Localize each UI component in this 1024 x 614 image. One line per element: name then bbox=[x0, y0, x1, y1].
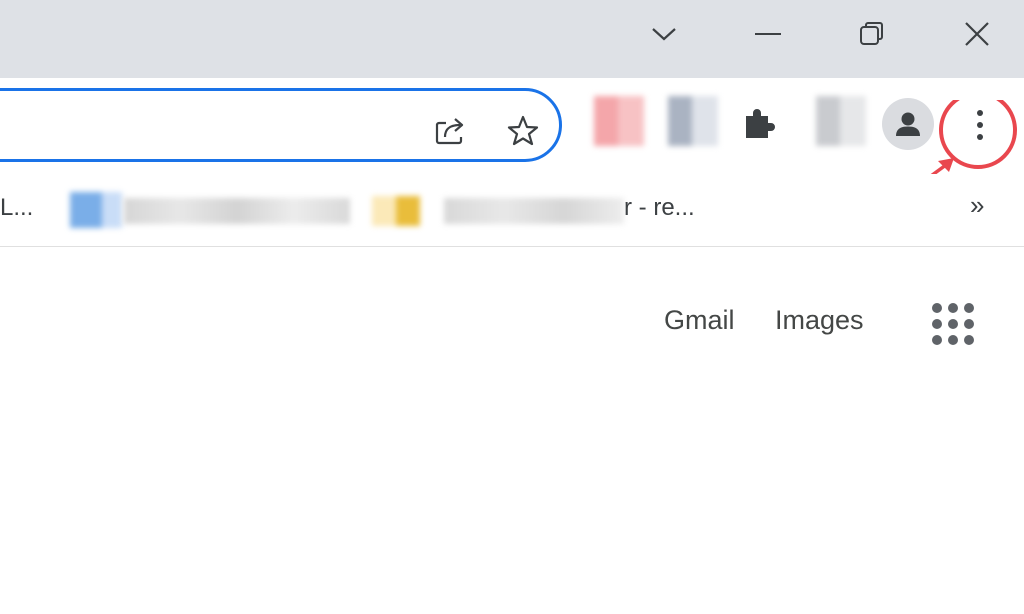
extension-icon-light[interactable] bbox=[816, 96, 866, 146]
star-icon bbox=[507, 115, 539, 146]
gmail-link[interactable]: Gmail bbox=[664, 305, 735, 336]
chevron-down-icon bbox=[652, 28, 676, 41]
extension-icon-gray[interactable] bbox=[668, 96, 718, 146]
minimize-button[interactable] bbox=[746, 14, 790, 54]
bookmark-favicon-blue[interactable] bbox=[62, 192, 122, 228]
puzzle-icon bbox=[746, 109, 775, 138]
bookmark-favicon-yellow[interactable] bbox=[372, 196, 424, 226]
bookmark-star-button[interactable] bbox=[505, 113, 541, 149]
restore-button[interactable] bbox=[850, 14, 894, 54]
share-icon bbox=[435, 118, 464, 145]
bookmark-item-blurred-2[interactable] bbox=[444, 198, 624, 224]
bookmark-item-blurred[interactable] bbox=[124, 198, 350, 224]
title-bar bbox=[0, 0, 1024, 78]
minimize-icon bbox=[755, 33, 781, 35]
bookmarks-bar: L... r - re... » bbox=[0, 174, 1024, 247]
close-button[interactable] bbox=[955, 14, 999, 54]
google-homepage: Gmail Images bbox=[0, 247, 1024, 614]
bookmark-item-label[interactable]: L... bbox=[0, 194, 33, 222]
browser-toolbar bbox=[0, 78, 1024, 174]
bookmark-item-label-2[interactable]: r - re... bbox=[624, 194, 695, 222]
bookmarks-overflow-button[interactable]: » bbox=[970, 190, 984, 221]
images-link[interactable]: Images bbox=[775, 305, 864, 336]
extension-icon-red[interactable] bbox=[594, 96, 644, 146]
tab-search-button[interactable] bbox=[642, 14, 686, 54]
address-bar[interactable] bbox=[0, 88, 562, 162]
apps-grid-icon[interactable] bbox=[932, 303, 976, 347]
extensions-button[interactable] bbox=[742, 104, 778, 145]
close-icon bbox=[965, 22, 989, 46]
share-button[interactable] bbox=[433, 113, 469, 149]
restore-icon bbox=[860, 22, 883, 45]
